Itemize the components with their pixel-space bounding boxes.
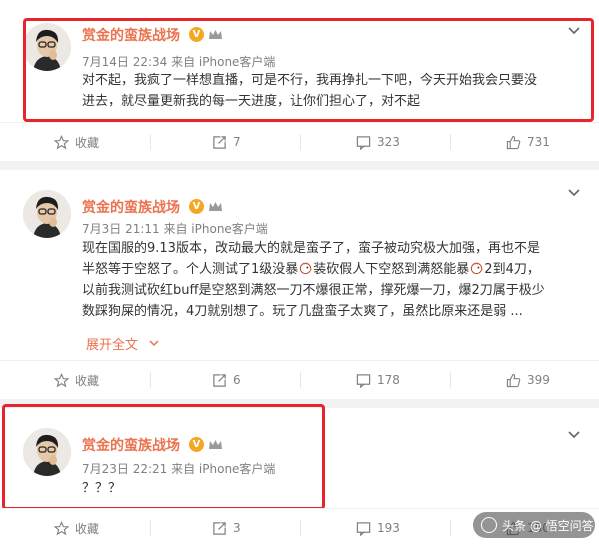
watermark-logo-icon [481,517,497,533]
repost-button[interactable]: 7 [212,123,241,161]
action-bar: 收藏 7 323 731 [0,122,599,161]
star-icon [54,372,69,387]
repost-count: 7 [233,135,241,149]
highlight-box [2,404,325,510]
repost-count: 3 [233,521,241,535]
crown-icon [209,202,222,211]
comment-icon [356,135,371,150]
repost-button[interactable]: 3 [212,509,241,547]
repost-icon [213,521,226,535]
author-name[interactable]: 赏金的蛮族战场 [82,197,180,217]
text-segment: 装砍假人下空怒到满怒能暴 [313,262,470,277]
verified-badge-icon: V [189,199,204,214]
watermark-text: 头条 @ 悟空问答 [502,518,594,533]
text-segment: 半怒等于空怒了。个人测试了1级没暴 [82,262,299,277]
like-count: 399 [527,373,550,387]
repost-icon [213,135,226,149]
comment-button[interactable]: 193 [356,509,400,547]
chicken-emoji-icon [471,261,484,275]
chevron-down-icon [149,340,159,347]
post-text-line: 半怒等于空怒了。个人测试了1级没暴 装砍假人下空怒到满怒能暴 2到4刀， [82,259,562,280]
repost-button[interactable]: 6 [212,361,241,399]
divider [300,520,301,536]
post-meta: 7月3日 21:11 来自 iPhone客户端 [82,222,268,236]
like-button[interactable]: 731 [506,123,550,161]
post-card-2: 赏金的蛮族战场 V 7月3日 21:11 来自 iPhone客户端 现在国服的9… [0,170,599,399]
post-text: 现在国服的9.13版本，改动最大的就是蛮子了，蛮子被动究极大加强，再也不是 半怒… [82,238,562,322]
post-text-line: 以前我测试砍红buff是空怒到满怒一刀不爆很正常，撑死爆一刀，爆2刀属于极少 [82,283,545,298]
comment-button[interactable]: 323 [356,123,400,161]
post-card-1: 赏金的蛮族战场 V 7月14日 22:34 来自 iPhone客户端 对不起，我… [0,0,599,161]
divider [150,134,151,150]
divider [300,372,301,388]
favorite-label: 收藏 [75,521,100,536]
chevron-down-icon[interactable] [567,430,581,440]
divider [450,520,451,536]
favorite-label: 收藏 [75,373,100,388]
favorite-label: 收藏 [75,135,100,150]
comment-count: 193 [377,521,400,535]
divider [450,372,451,388]
like-count: 731 [527,135,550,149]
post-text-line: 现在国服的9.13版本，改动最大的就是蛮子了，蛮子被动究极大加强，再也不是 [82,241,540,256]
like-button[interactable]: 399 [506,361,550,399]
comment-icon [356,373,371,388]
expand-label: 展开全文 [86,338,139,353]
thumbs-up-icon [506,373,521,387]
favorite-button[interactable]: 收藏 [54,509,99,547]
favorite-button[interactable]: 收藏 [54,123,99,161]
star-icon [54,520,69,535]
thumbs-up-icon [506,135,521,149]
comment-count: 323 [377,135,400,149]
chicken-emoji-icon [300,261,313,275]
comment-count: 178 [377,373,400,387]
divider [300,134,301,150]
expand-full-text-link[interactable]: 展开全文 [86,334,160,353]
post-text-line: 数踩狗屎的情况，4刀就别想了。玩了几盘蛮子太爽了，虽然比原来还是弱 ... [82,304,523,319]
repost-count: 6 [233,373,241,387]
divider [150,520,151,536]
highlight-box [23,18,594,122]
action-bar: 收藏 6 178 399 [0,360,599,399]
comment-icon [356,521,371,536]
favorite-button[interactable]: 收藏 [54,361,99,399]
repost-icon [213,373,226,387]
text-segment: 2到4刀， [484,262,540,277]
comment-button[interactable]: 178 [356,361,400,399]
divider [450,134,451,150]
watermark: 头条 @ 悟空问答 [473,512,595,538]
star-icon [54,134,69,149]
divider [150,372,151,388]
avatar[interactable] [23,190,71,238]
chevron-down-icon[interactable] [567,188,581,198]
